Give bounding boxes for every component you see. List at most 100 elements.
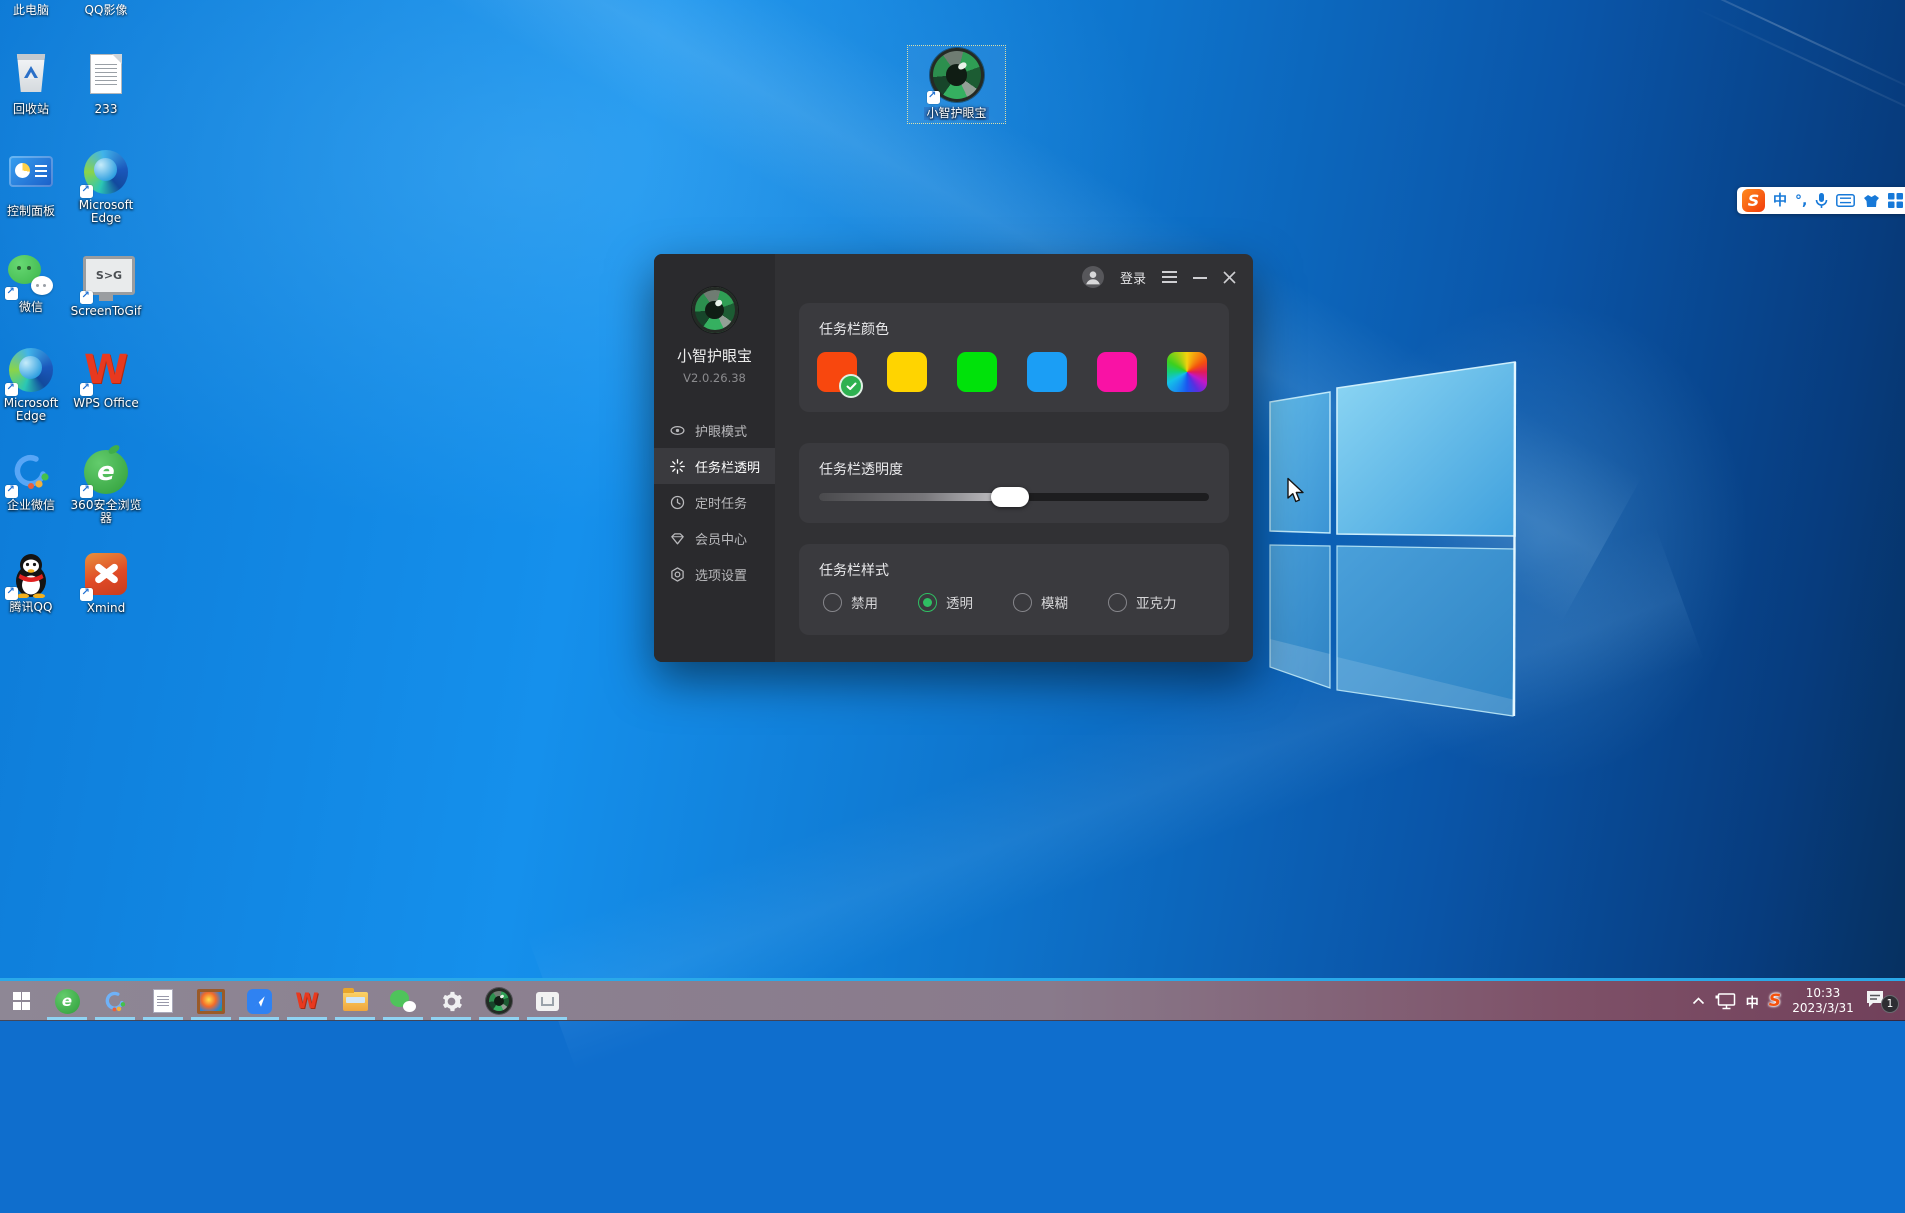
color-swatch-green[interactable] [957,352,997,392]
taskbar-item-file-explorer[interactable] [331,981,379,1021]
radio-disable[interactable]: 禁用 [823,592,878,612]
shortcut-arrow-icon [80,485,93,498]
desktop-icon-233[interactable]: 233 [70,52,142,116]
sogou-tray-icon[interactable]: S [1769,991,1781,1011]
taskbar-item-wechat[interactable] [379,981,427,1021]
taskbar-item-blue-plane-app[interactable] [235,981,283,1021]
white-tool-icon [536,992,559,1011]
start-button[interactable] [0,981,43,1021]
wps-icon: W [83,348,129,394]
taskbar-item-360-browser[interactable]: e [43,981,91,1021]
color-swatch-red[interactable] [817,352,857,392]
wechat-icon [390,989,416,1013]
sidebar-menu: 护眼模式 任务栏透明 定时任务 [654,412,775,592]
running-indicator [143,1017,183,1020]
notification-center-button[interactable]: 1 [1865,989,1899,1013]
desktop-icon-edge-2[interactable]: Microsoft Edge [0,348,67,423]
radio-blur[interactable]: 模糊 [1013,592,1068,612]
eyecare-app-icon [930,48,984,102]
menu-item-scheduled-tasks[interactable]: 定时任务 [654,484,775,520]
taskbar-item-wps[interactable]: W [283,981,331,1021]
eye-icon [669,422,686,439]
app-main-area: 登录 任务栏颜色 任务栏透明度 [775,254,1253,662]
desktop-icon-recycle-bin[interactable]: 回收站 [0,52,67,116]
icon-label: 此电脑 [13,3,49,17]
desktop-icon-this-pc[interactable]: 此电脑 [0,1,67,18]
network-icon[interactable] [1715,993,1736,1010]
desktop-icon-qq-image[interactable]: QQ影像 [70,1,142,18]
close-button[interactable] [1223,271,1236,284]
tray-clock[interactable]: 10:33 2023/3/31 [1791,986,1855,1016]
skin-icon[interactable] [1863,194,1880,208]
windows-start-icon [13,992,31,1010]
taskbar-item-paint[interactable] [187,981,235,1021]
radio-label: 透明 [946,592,973,612]
radio-circle-icon [823,593,842,612]
icon-label: 腾讯QQ [0,601,67,614]
radio-acrylic[interactable]: 亚克力 [1108,592,1177,612]
360-browser-icon: e [83,450,129,496]
running-indicator [47,1017,87,1020]
radio-transparent[interactable]: 透明 [918,592,973,612]
desktop-icon-wecom[interactable]: 企业微信 [0,450,67,512]
color-swatch-yellow[interactable] [887,352,927,392]
minimize-button[interactable] [1193,277,1207,279]
radio-label: 禁用 [851,592,878,612]
ime-mode-button[interactable]: 中 [1773,194,1787,208]
menu-item-eye-mode[interactable]: 护眼模式 [654,412,775,448]
taskbar-item-eyecare-app[interactable] [475,981,523,1021]
running-indicator [335,1017,375,1020]
toolbox-grid-icon[interactable] [1888,193,1903,208]
user-avatar-icon[interactable] [1082,266,1104,288]
taskbar-color-panel: 任务栏颜色 [799,303,1229,412]
menu-item-member-center[interactable]: 会员中心 [654,520,775,556]
punctuation-button[interactable]: °, [1795,194,1807,208]
slider-thumb[interactable] [991,487,1029,507]
screentogif-glyph: S>G [96,269,122,282]
panel-title: 任务栏透明度 [819,459,903,479]
windows-logo [1268,352,1518,722]
shortcut-arrow-icon [80,588,93,601]
tray-expand-chevron-icon[interactable] [1692,997,1705,1005]
sparkle-icon [669,458,686,475]
notification-badge: 1 [1881,995,1899,1013]
desktop-icon-xmind[interactable]: Xmind [70,552,142,615]
icon-label: ScreenToGif [70,305,142,318]
running-indicator [527,1017,567,1020]
notepad-icon [153,989,173,1013]
menu-item-options[interactable]: 选项设置 [654,556,775,592]
eyecare-app-window: 小智护眼宝 V2.0.26.38 护眼模式 任务栏透明 [654,254,1253,662]
desktop-icon-screentogif[interactable]: S>G ScreenToGif [70,252,142,318]
desktop-icon-wps[interactable]: W WPS Office [70,348,142,410]
shortcut-arrow-icon [80,291,93,304]
microphone-icon[interactable] [1815,192,1828,209]
taskbar-item-wecom[interactable] [91,981,139,1021]
taskbar-item-notepad[interactable] [139,981,187,1021]
icon-label: Xmind [70,602,142,615]
color-swatch-rainbow[interactable] [1167,352,1207,392]
menu-item-taskbar-transparency[interactable]: 任务栏透明 [654,448,775,484]
desktop-icon-eyecare-app[interactable]: 小智护眼宝 [908,46,1005,123]
menu-hamburger-icon[interactable] [1162,271,1177,283]
desktop-icon-control-panel[interactable]: 控制面板 [0,150,67,218]
text-document-icon [83,54,129,100]
login-button[interactable]: 登录 [1120,268,1146,287]
taskbar-item-settings[interactable] [427,981,475,1021]
color-swatch-blue[interactable] [1027,352,1067,392]
keyboard-icon[interactable] [1836,194,1855,207]
sogou-input-toolbar[interactable]: S 中 °, [1737,187,1905,214]
gear-icon [669,566,686,583]
sogou-logo-icon[interactable]: S [1742,189,1765,212]
paint-icon [197,989,225,1014]
desktop-icon-wechat[interactable]: 微信 [0,252,67,314]
desktop-icon-360-browser[interactable]: e 360安全浏览器 [70,450,142,525]
blue-plane-app-icon [247,989,272,1014]
desktop-icon-qq[interactable]: 腾讯QQ [0,552,67,614]
shortcut-arrow-icon [80,383,93,396]
xmind-icon [83,553,129,599]
desktop-icon-edge-1[interactable]: Microsoft Edge [70,150,142,225]
transparency-slider[interactable] [819,493,1209,501]
tray-ime-indicator[interactable]: 中 [1746,992,1759,1011]
color-swatch-magenta[interactable] [1097,352,1137,392]
taskbar-item-white-tool[interactable] [523,981,571,1021]
